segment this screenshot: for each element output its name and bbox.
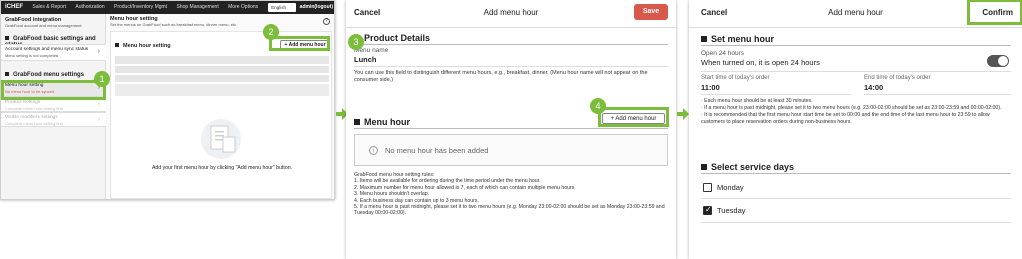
menu-hour-rules: GrabFood menu hour setting rules: 1. Ite… [354, 172, 670, 217]
divider [354, 128, 668, 129]
note-item: · If a menu hour is past midnight, pleas… [701, 105, 1002, 111]
sidebar: GrabFood integration GrabFood account an… [1, 14, 106, 199]
square-bullet-icon [701, 164, 707, 170]
divider [701, 71, 1011, 72]
service-day-monday[interactable]: Monday [701, 178, 1011, 198]
menu-name-hint: You can use this field to distinguish di… [354, 70, 648, 83]
empty-state-text: Add your first menu hour by clicking "Ad… [151, 165, 293, 171]
monday-checkbox[interactable] [703, 183, 712, 192]
highlight-menu-hour-item [1, 80, 106, 100]
square-bullet-icon [5, 72, 9, 76]
open-24-hours-toggle[interactable] [987, 55, 1009, 67]
service-day-tuesday[interactable]: Tuesday [701, 201, 1011, 221]
square-bullet-icon [701, 36, 707, 42]
day-label: Tuesday [717, 206, 746, 215]
sidebar-item-visible-modifiers[interactable]: Visible modifiers settings Complete menu… [1, 112, 106, 127]
service-days-heading: Select service days [701, 162, 794, 172]
nav-item-sales-report[interactable]: Sales & Report [32, 4, 66, 10]
placeholder-bar [115, 56, 329, 64]
note-item: · Each menu hour should be at least 30 m… [701, 98, 813, 104]
section-heading: Menu hour setting [115, 43, 171, 49]
end-time-input[interactable]: 14:00 [864, 83, 1011, 95]
chevron-right-icon: › [97, 116, 100, 123]
highlight-confirm-button [967, 0, 1022, 25]
end-time-label: End time of today's order [864, 75, 931, 81]
set-menu-hour-form: Cancel Add menu hour Confirm Set menu ho… [689, 0, 1022, 259]
add-menu-hour-form: Cancel Add menu hour Save Product Detail… [346, 0, 676, 259]
top-navigation-bar: iCHEF Sales & Report Authorization Produ… [1, 1, 334, 14]
menu-hour-card: Menu hour setting + Add menu hour Add yo… [110, 31, 332, 199]
user-logout-link[interactable]: admin(logout) [300, 1, 333, 14]
highlight-add-button [598, 107, 669, 127]
nav-item-authorization[interactable]: Authorization [75, 4, 104, 10]
placeholder-bar [115, 66, 329, 73]
empty-document-illustration [201, 119, 241, 159]
step-badge-2: 2 [263, 24, 279, 40]
sidebar-item-label: Visible modifiers settings [5, 115, 58, 120]
divider [701, 173, 1011, 174]
menu-hour-settings-page: iCHEF Sales & Report Authorization Produ… [0, 0, 335, 200]
language-select[interactable]: English [268, 3, 296, 12]
ichef-logo: iCHEF [5, 4, 23, 10]
step-badge-1: 1 [94, 71, 110, 87]
set-menu-hour-heading: Set menu hour [701, 34, 774, 44]
placeholder-bar [115, 84, 329, 96]
sidebar-item-account-settings[interactable]: Account settings and menu sync status Me… [1, 44, 106, 61]
menu-hour-notes: · Each menu hour should be at least 30 m… [701, 98, 1013, 126]
tuesday-checkbox[interactable] [703, 205, 712, 215]
modal-title: Add menu hour [483, 8, 539, 17]
note-item: · It is recommended that the first menu … [701, 112, 990, 125]
square-bullet-icon [5, 36, 9, 40]
divider [354, 44, 668, 45]
day-label: Monday [717, 183, 744, 192]
menu-hour-heading: Menu hour [354, 117, 410, 127]
modal-header: Cancel Add menu hour Save [346, 0, 676, 28]
nav-item-shop-management[interactable]: Shop Management [176, 4, 218, 10]
sidebar-item-status: Complete menu hour setting first [5, 106, 63, 111]
menu-name-input[interactable]: Lunch [354, 55, 668, 67]
rule-item: 5. If a menu hour is past midnight, plea… [354, 204, 665, 217]
page-subtitle: Set the menus on GrabFood such as breakf… [110, 22, 238, 27]
empty-menu-hour-box: i No menu hour has been added [354, 134, 668, 166]
start-time-label: Start time of today's order [701, 75, 770, 81]
placeholder-bar [115, 75, 329, 82]
start-time-input[interactable]: 11:00 [701, 83, 851, 95]
square-bullet-icon [354, 119, 360, 125]
sidebar-item-status: Menu setting is not completed [5, 53, 59, 58]
step-badge-3: 3 [348, 34, 364, 50]
sidebar-header: GrabFood integration GrabFood account an… [5, 17, 105, 28]
nav-item-more-options[interactable]: More Options [228, 4, 258, 10]
divider [701, 45, 1011, 46]
product-details-heading: Product Details [354, 33, 430, 43]
open-24-hours-description: When turned on, it is open 24 hours [701, 58, 820, 67]
help-icon[interactable]: ? [323, 18, 330, 25]
sidebar-item-label: Product Settings [5, 100, 41, 105]
open-24-hours-label: Open 24 hours [701, 50, 745, 57]
menu-settings-heading: GrabFood menu settings [5, 72, 84, 78]
divider [701, 222, 1011, 223]
divider [701, 198, 1011, 199]
nav-item-product-inventory[interactable]: Product/Inventory Mgmt [114, 4, 167, 10]
sidebar-item-label: Account settings and menu sync status [5, 47, 89, 52]
arrow-right-icon [677, 108, 689, 120]
chevron-right-icon: › [97, 48, 100, 55]
highlight-add-button [269, 36, 330, 51]
sidebar-item-status: Complete menu hour setting first [5, 121, 63, 126]
save-button[interactable]: Save [634, 4, 668, 20]
square-bullet-icon [115, 43, 119, 47]
empty-state-text: No menu hour has been added [385, 146, 489, 155]
sidebar-subtitle: GrabFood account and menu management [5, 23, 82, 28]
step-badge-4: 4 [590, 98, 606, 114]
chevron-right-icon: › [97, 101, 100, 108]
info-icon: i [369, 146, 378, 155]
